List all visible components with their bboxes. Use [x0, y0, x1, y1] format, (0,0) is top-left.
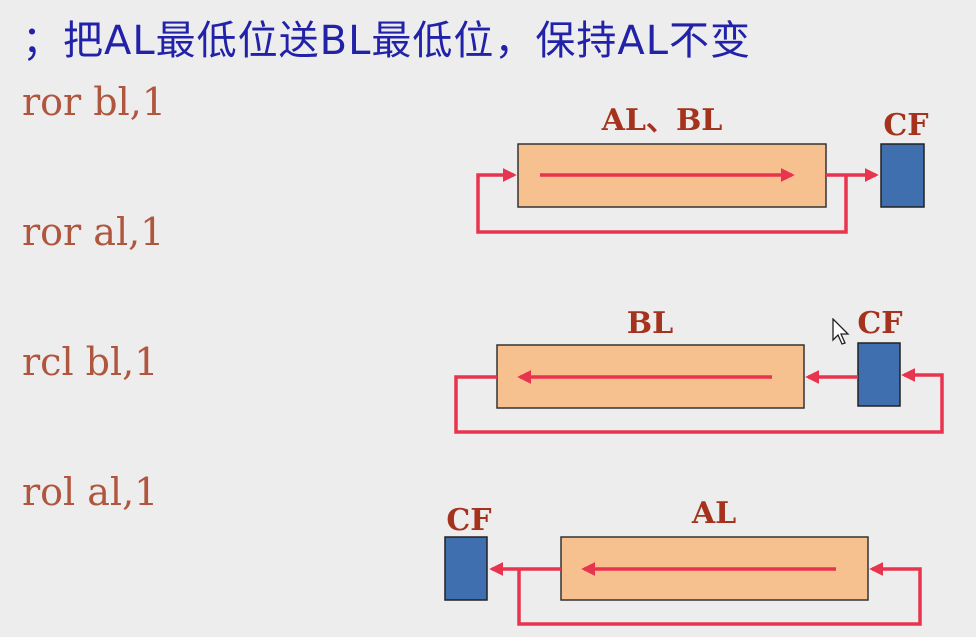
- ror-diagram: AL、BL CF: [476, 103, 929, 234]
- register-label-bl: BL: [627, 306, 673, 341]
- cf-label: CF: [446, 503, 491, 538]
- register-label-al: AL: [691, 496, 736, 531]
- register-label-al-bl: AL、BL: [601, 103, 723, 138]
- cf-box: [880, 143, 925, 208]
- mouse-cursor-icon: [832, 318, 850, 345]
- rotate-diagrams: AL、BL CF BL CF AL CF: [444, 103, 944, 626]
- cf-box: [444, 536, 488, 601]
- rol-diagram: AL CF: [444, 496, 922, 626]
- cf-label: CF: [883, 108, 928, 143]
- rcl-diagram: BL CF: [454, 306, 944, 434]
- cf-box: [857, 342, 901, 407]
- cf-label: CF: [857, 306, 902, 341]
